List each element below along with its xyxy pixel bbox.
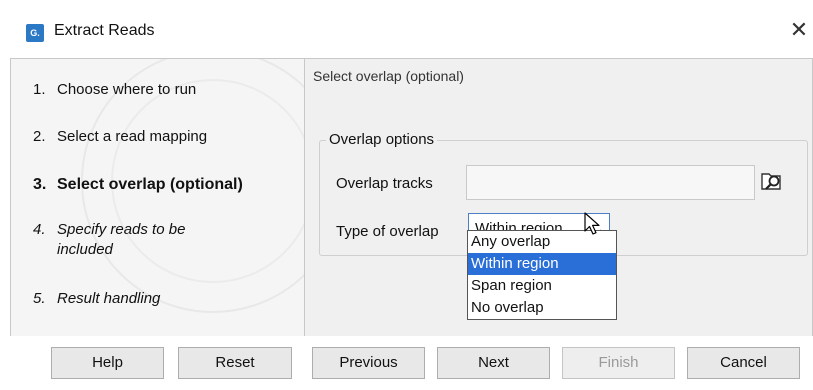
overlap-tracks-label: Overlap tracks — [336, 175, 433, 192]
step-number: 1. — [33, 81, 46, 98]
step-1: 1. Choose where to run — [33, 81, 196, 98]
step-label: Result handling — [57, 290, 161, 307]
close-icon[interactable]: ✕ — [786, 17, 812, 43]
panel-title: Select overlap (optional) — [313, 68, 464, 84]
step-number: 4. — [33, 221, 46, 238]
step-label: Select a read mapping — [57, 128, 208, 145]
step-content-panel: Select overlap (optional) Overlap option… — [304, 58, 813, 337]
step-label: Choose where to run — [57, 81, 197, 98]
dropdown-option-no-overlap[interactable]: No overlap — [468, 297, 616, 319]
extract-reads-dialog: G. Extract Reads ✕ 1. Choose where to run… — [0, 0, 813, 390]
overlap-tracks-field[interactable] — [466, 165, 755, 200]
browse-icon[interactable] — [760, 169, 784, 193]
app-icon: G. — [26, 24, 44, 42]
next-button[interactable]: Next — [437, 347, 550, 379]
step-label: Specify reads to be included — [57, 221, 186, 258]
cancel-button[interactable]: Cancel — [687, 347, 800, 379]
step-label: Select overlap (optional) — [57, 176, 243, 193]
wizard-steps-panel: 1. Choose where to run 2. Select a read ma… — [10, 58, 305, 337]
step-4: 4. Specify reads to be included — [33, 220, 217, 260]
step-5: 5. Result handling — [33, 290, 160, 307]
mouse-cursor-icon — [583, 212, 605, 236]
reset-button[interactable]: Reset — [178, 347, 292, 379]
group-label: Overlap options — [326, 131, 438, 148]
type-of-overlap-dropdown: Any overlap Within region Span region No… — [467, 230, 617, 320]
dropdown-option-within-region[interactable]: Within region — [468, 253, 616, 275]
step-3-current: 3. Select overlap (optional) — [33, 176, 243, 194]
button-bar: Help Reset Previous Next Finish Cancel — [0, 336, 813, 390]
previous-button[interactable]: Previous — [312, 347, 425, 379]
step-number: 2. — [33, 128, 46, 145]
dropdown-option-span-region[interactable]: Span region — [468, 275, 616, 297]
step-number: 3. — [33, 176, 47, 193]
type-of-overlap-label: Type of overlap — [336, 223, 439, 240]
help-button[interactable]: Help — [51, 347, 164, 379]
title-bar: G. Extract Reads ✕ — [0, 0, 813, 58]
step-2: 2. Select a read mapping — [33, 128, 207, 145]
step-number: 5. — [33, 290, 46, 307]
finish-button[interactable]: Finish — [562, 347, 675, 379]
dialog-title: Extract Reads — [54, 22, 155, 39]
